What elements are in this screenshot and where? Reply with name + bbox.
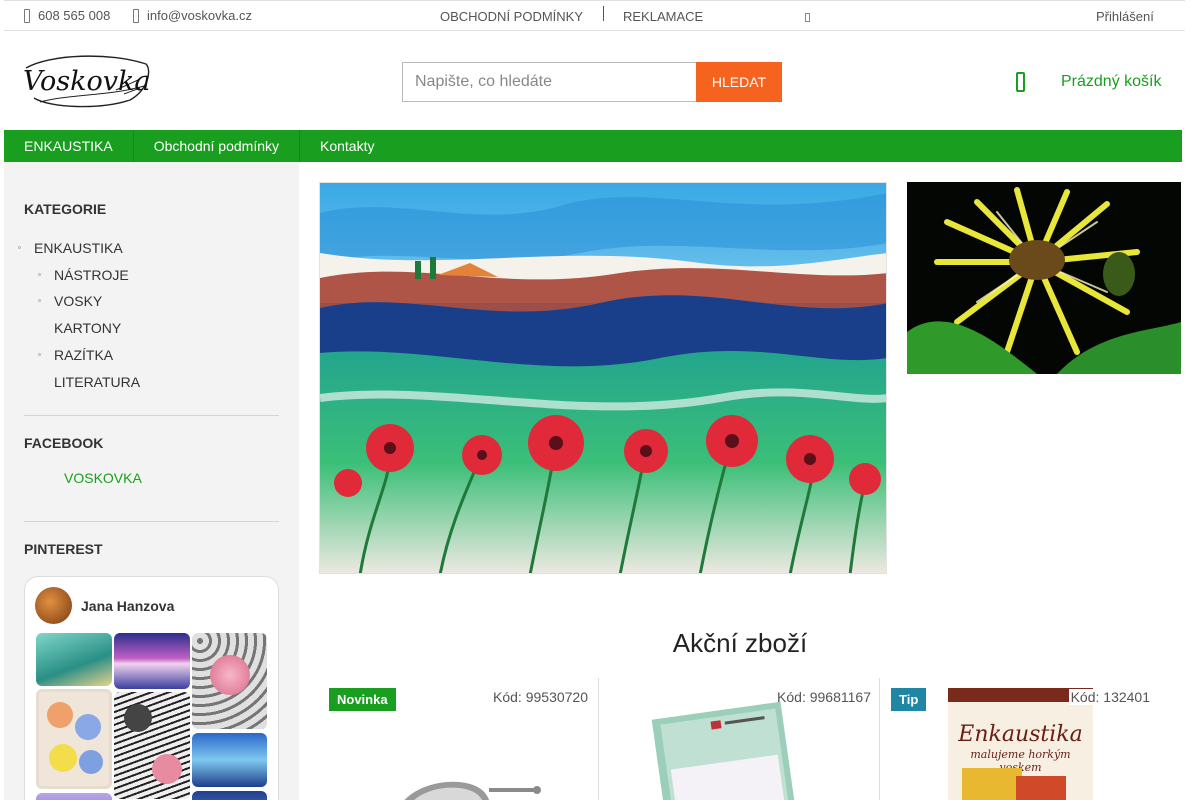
product-image: [651, 701, 796, 800]
avatar: [35, 587, 72, 624]
section-title: Akční zboží: [672, 628, 808, 658]
book-title: Enkaustika: [958, 722, 1083, 747]
nav-item-enkaustika[interactable]: ENKAUSTIKA: [4, 130, 134, 162]
product-badge: Tip: [891, 688, 927, 711]
sunflower-painting: [907, 182, 1181, 374]
phone-number: 608 565 008: [38, 8, 111, 23]
product-divider: [598, 678, 599, 800]
pinterest-widget[interactable]: Jana Hanzova: [24, 576, 279, 800]
logo-text: Voskovka: [23, 66, 150, 97]
category-bullet: [38, 273, 41, 276]
pin-thumbnail[interactable]: [192, 733, 267, 787]
email-contact[interactable]: info@voskovka.cz: [133, 8, 252, 23]
pin-thumbnail[interactable]: [114, 633, 190, 689]
product-card[interactable]: Novinka Kód: 99530720: [319, 678, 600, 800]
complaints-link[interactable]: REKLAMACE: [623, 9, 703, 24]
side-banner-image[interactable]: [907, 182, 1181, 374]
hero-banner-image[interactable]: [319, 182, 887, 574]
category-razitka[interactable]: RAZÍTKA: [54, 347, 113, 363]
facebook-title: FACEBOOK: [24, 435, 104, 451]
product-divider: [879, 678, 880, 800]
nav-item-contacts[interactable]: Kontakty: [300, 130, 394, 162]
phone-icon: [24, 8, 30, 23]
category-bullet: [18, 246, 21, 249]
logo-graphic: Voskovka: [23, 55, 150, 108]
product-code: Kód: 132401: [1068, 689, 1150, 705]
search-input[interactable]: Napište, co hledáte: [402, 62, 697, 102]
email-address: info@voskovka.cz: [147, 8, 252, 23]
link-separator: [603, 6, 604, 21]
sidebar-divider: [24, 521, 279, 522]
pin-thumbnail[interactable]: [192, 633, 267, 729]
category-literatura[interactable]: LITERATURA: [54, 374, 140, 390]
pin-thumbnail[interactable]: [36, 633, 112, 686]
product-code: Kód: 99530720: [493, 689, 588, 705]
pin-thumbnail[interactable]: [192, 791, 267, 800]
product-card[interactable]: Kód: 99681167: [600, 678, 881, 800]
sidebar-divider: [24, 415, 279, 416]
facebook-link[interactable]: VOSKOVKA: [64, 470, 142, 486]
category-kartony[interactable]: KARTONY: [54, 320, 121, 336]
login-link[interactable]: Přihlášení: [1096, 9, 1154, 24]
product-image: [404, 781, 541, 800]
pin-thumbnail[interactable]: [114, 692, 190, 799]
phone-contact[interactable]: 608 565 008: [24, 8, 110, 23]
more-icon[interactable]: [805, 13, 810, 22]
category-bullet: [38, 299, 41, 302]
category-nastroje[interactable]: NÁSTROJE: [54, 267, 129, 283]
pin-thumbnail[interactable]: [36, 793, 112, 800]
cart-icon[interactable]: [1016, 72, 1025, 92]
pinterest-title: PINTEREST: [24, 541, 103, 557]
site-logo[interactable]: Voskovka: [20, 50, 152, 112]
hero-painting: [320, 183, 886, 573]
category-vosky[interactable]: VOSKY: [54, 293, 102, 309]
category-enkaustika[interactable]: ENKAUSTIKA: [34, 240, 123, 256]
main-nav: ENKAUSTIKA Obchodní podmínky Kontakty: [4, 130, 1182, 162]
terms-link[interactable]: OBCHODNÍ PODMÍNKY: [440, 9, 583, 24]
product-badge: Novinka: [329, 688, 396, 711]
top-bar: 608 565 008 info@voskovka.cz OBCHODNÍ PO…: [4, 0, 1185, 31]
search-placeholder: Napište, co hledáte: [415, 73, 552, 90]
pin-thumbnail[interactable]: [36, 689, 112, 789]
nav-item-terms[interactable]: Obchodní podmínky: [134, 130, 300, 162]
email-icon: [133, 8, 139, 23]
product-card[interactable]: Tip Enkaustika malujeme horkým voskem Kó…: [881, 678, 1162, 800]
cart-label[interactable]: Prázdný košík: [1061, 73, 1161, 91]
sidebar: KATEGORIE ENKAUSTIKA NÁSTROJE VOSKY KART…: [4, 162, 299, 800]
pinterest-username[interactable]: Jana Hanzova: [81, 598, 174, 614]
search-button[interactable]: HLEDAT: [696, 62, 782, 102]
categories-title: KATEGORIE: [24, 201, 107, 217]
category-bullet: [38, 353, 41, 356]
